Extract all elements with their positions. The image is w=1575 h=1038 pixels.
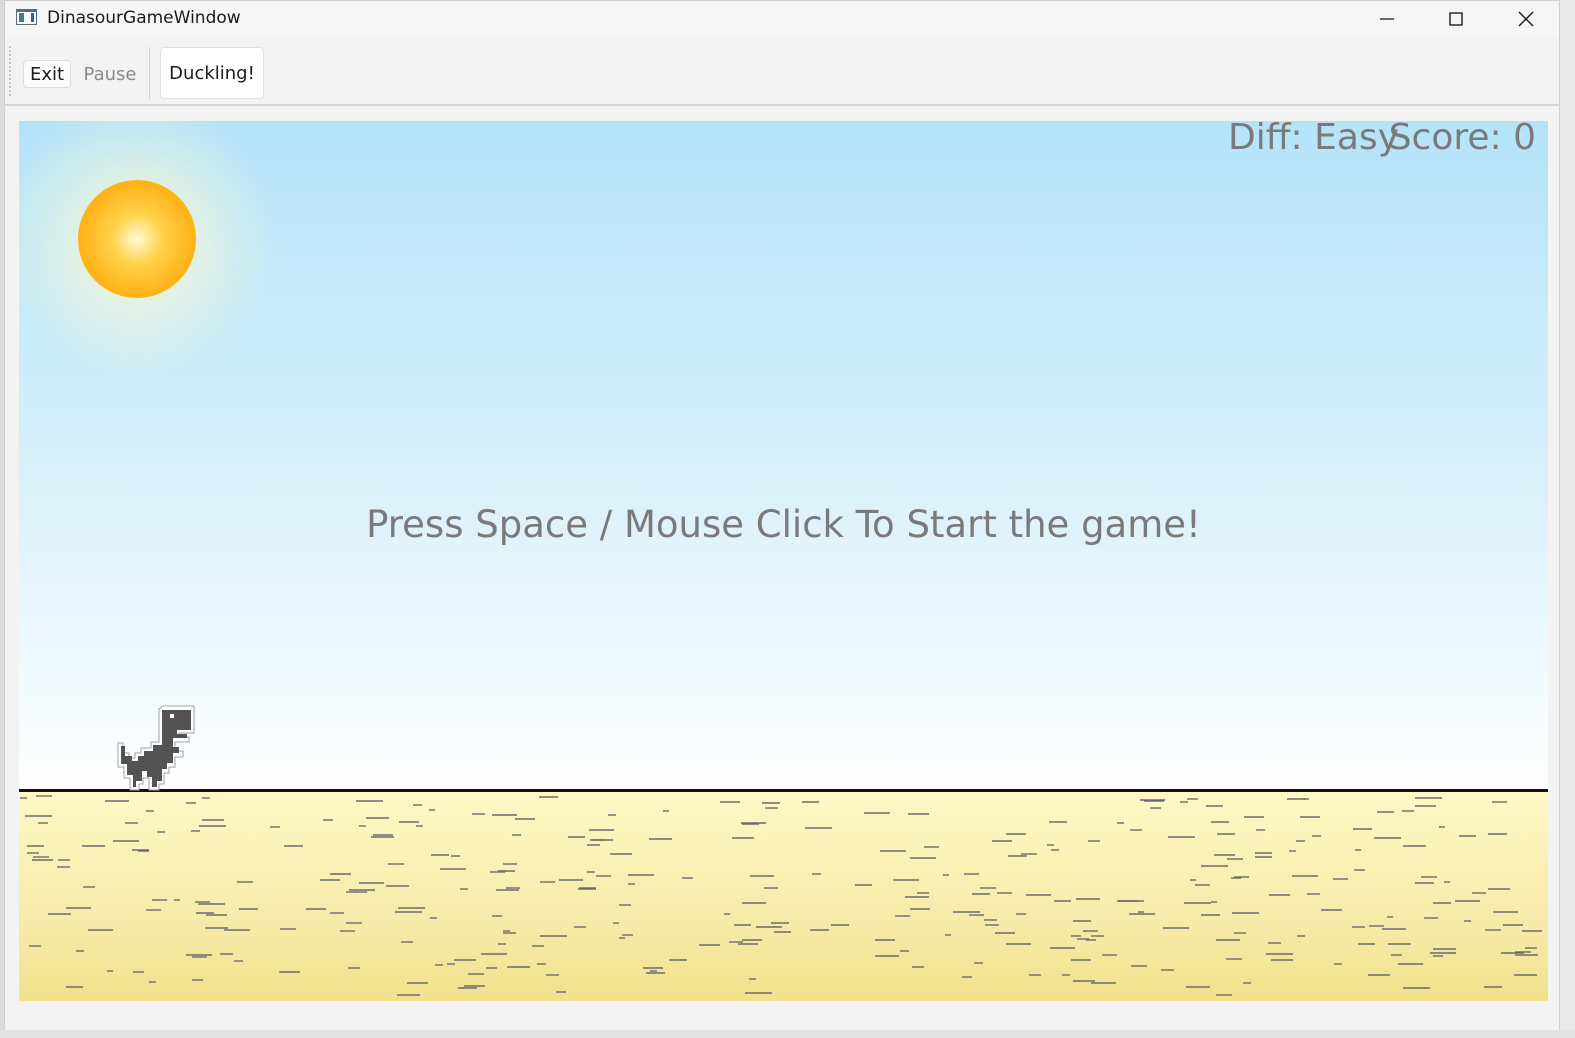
difficulty-label: Diff: Easy: [1228, 121, 1399, 158]
close-icon: [1518, 11, 1534, 27]
score-label: Score: 0: [1388, 121, 1536, 158]
game-canvas[interactable]: Diff: Easy Score: 0 Press Space / Mouse …: [19, 121, 1548, 1001]
ground-line: [19, 789, 1548, 792]
toolbar-grip[interactable]: [9, 45, 11, 97]
maximize-icon: [1449, 12, 1463, 26]
maximize-button[interactable]: [1433, 1, 1479, 37]
minimize-icon: [1380, 18, 1394, 20]
toolbar-separator: [149, 47, 150, 99]
sand-texture: [20, 795, 1542, 996]
background-strip: [0, 1030, 1575, 1038]
toolbar: Exit Pause Duckling!: [5, 39, 1559, 106]
sand-ground: [19, 792, 1548, 1001]
app-window-icon: [16, 9, 37, 25]
start-message: Press Space / Mouse Click To Start the g…: [366, 503, 1201, 546]
dinosaur-icon: [117, 705, 195, 791]
exit-button[interactable]: Exit: [23, 60, 71, 88]
window-title: DinasourGameWindow: [47, 8, 241, 28]
dinosaur-sprite: [115, 705, 195, 795]
pause-button[interactable]: Pause: [79, 60, 141, 88]
title-bar[interactable]: DinasourGameWindow: [5, 1, 1559, 37]
sun: [78, 180, 196, 298]
close-button[interactable]: [1503, 1, 1549, 37]
game-window: DinasourGameWindow Exit Pause Duckling!: [4, 0, 1560, 1032]
minimize-button[interactable]: [1364, 1, 1410, 37]
duckling-button[interactable]: Duckling!: [160, 47, 264, 99]
